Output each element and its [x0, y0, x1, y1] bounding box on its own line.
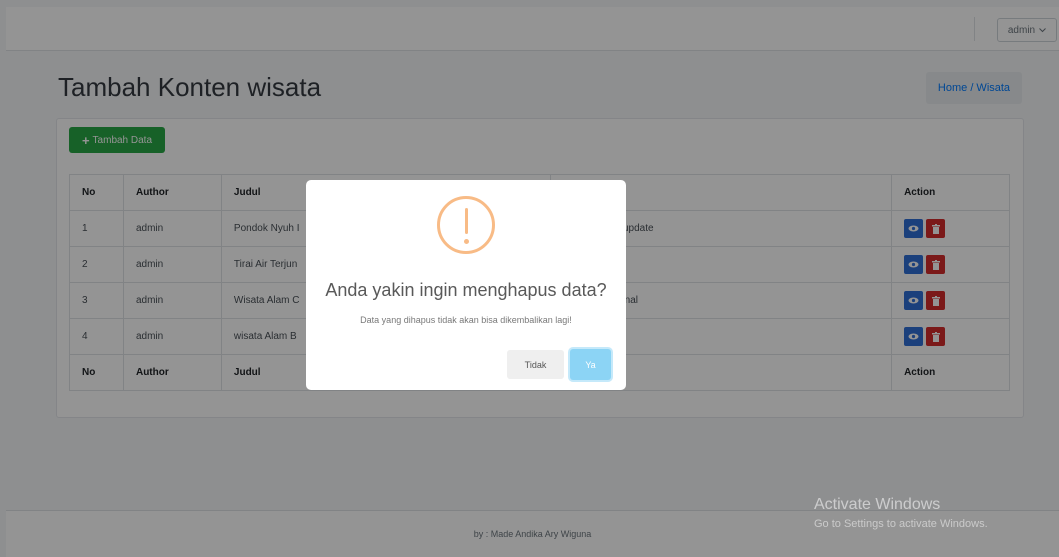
activation-watermark-text: Go to Settings to activate Windows. [814, 518, 988, 530]
cancel-button[interactable]: Tidak [507, 350, 564, 379]
confirm-button[interactable]: Ya [570, 349, 611, 380]
dialog-message: Data yang dihapus tidak akan bisa dikemb… [360, 315, 572, 325]
activation-watermark-title: Activate Windows [814, 496, 941, 513]
confirm-dialog: Anda yakin ingin menghapus data? Data ya… [306, 180, 626, 390]
warning-icon [437, 196, 495, 254]
dialog-title: Anda yakin ingin menghapus data? [325, 280, 607, 300]
